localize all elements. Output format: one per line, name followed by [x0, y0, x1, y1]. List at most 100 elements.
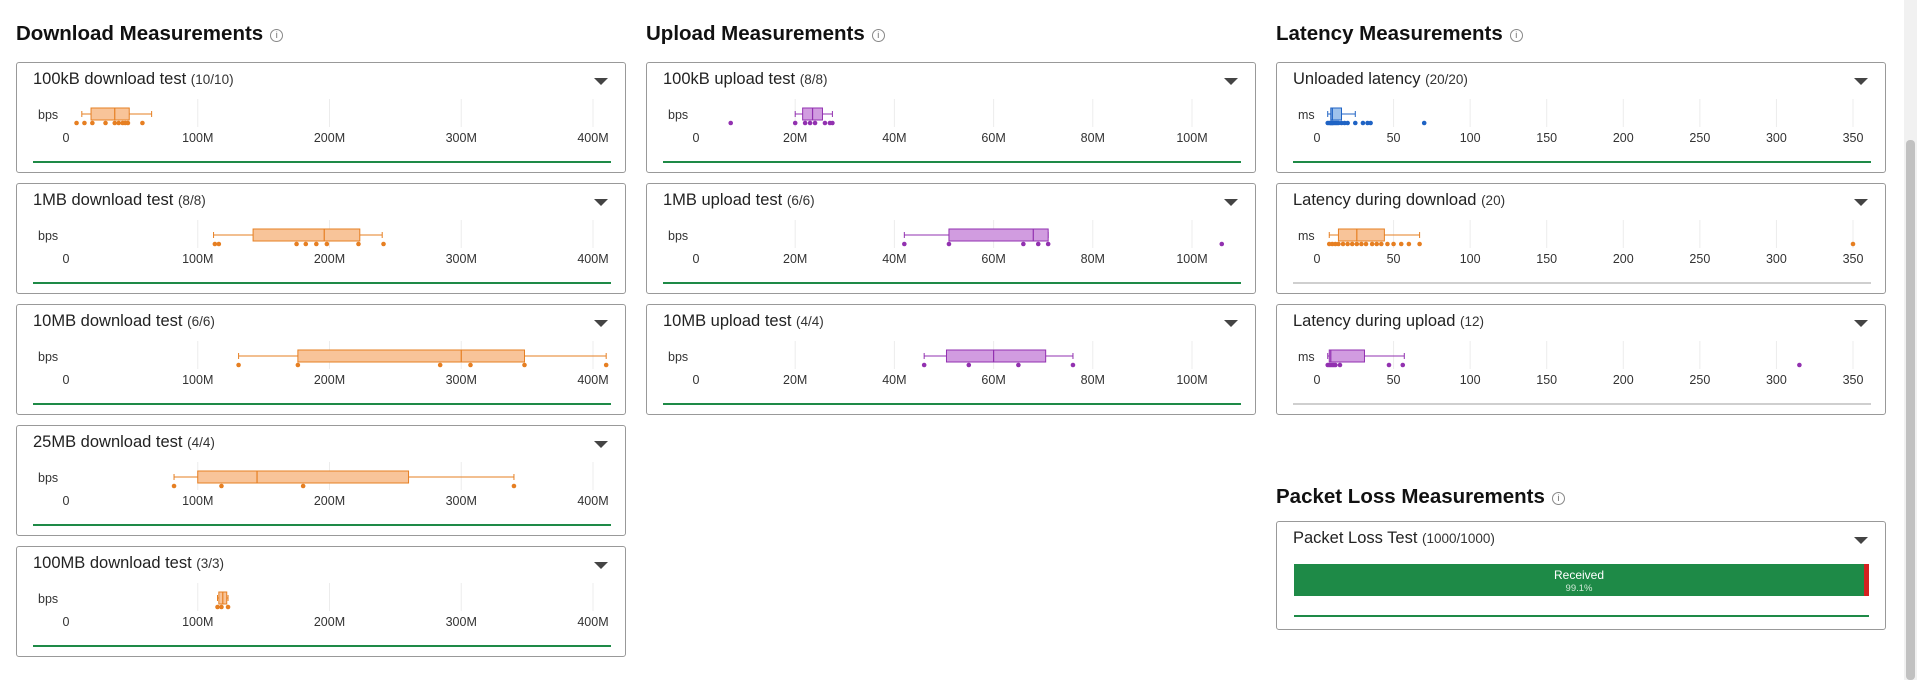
- info-icon[interactable]: i: [270, 29, 284, 42]
- axis-tick-label: 80M: [1081, 252, 1105, 266]
- scrollbar-track[interactable]: [1904, 0, 1917, 680]
- upload-test-card[interactable]: 100kB upload test (8/8) 0 20M 40M 60M 80M 100M…: [646, 62, 1256, 173]
- data-point: [1337, 362, 1343, 368]
- data-point: [1406, 241, 1412, 247]
- packet-received-percent: 99.1%: [1565, 583, 1593, 594]
- data-point: [728, 120, 734, 126]
- upload-title-text: Upload Measurements: [646, 22, 865, 45]
- data-point: [511, 483, 517, 489]
- iqr-box: [1328, 349, 1365, 363]
- data-point: [1333, 362, 1338, 368]
- download-test-card[interactable]: 100MB download test (3/3) 0 100M 200M 300M 40…: [16, 546, 626, 657]
- data-point: [1850, 241, 1856, 247]
- iqr-box: [297, 349, 525, 363]
- chevron-down-icon[interactable]: [1854, 537, 1868, 544]
- data-point: [225, 604, 231, 610]
- data-point: [1398, 241, 1404, 247]
- data-point: [103, 120, 108, 126]
- data-point: [112, 120, 118, 126]
- data-point: [807, 120, 813, 126]
- axis-tick-label: 250: [1689, 131, 1710, 145]
- axis-tick-label: 300M: [446, 131, 477, 145]
- data-point: [303, 241, 309, 247]
- axis-tick-label: 0: [693, 131, 700, 145]
- axis-tick-label: 100M: [182, 373, 213, 387]
- axis-tick-label: 100M: [1176, 252, 1207, 266]
- info-icon[interactable]: i: [1551, 492, 1565, 505]
- data-point: [1368, 120, 1373, 126]
- axis-tick-label: 150: [1536, 373, 1557, 387]
- unit-label: bps: [668, 108, 688, 122]
- unit-label: bps: [38, 471, 58, 485]
- axis-tick-label: 0: [1314, 252, 1321, 266]
- upload-section-title: Upload Measurements i: [646, 22, 885, 46]
- data-point: [1345, 241, 1350, 247]
- axis-tick-label: 40M: [882, 131, 906, 145]
- axis-tick-label: 400M: [577, 615, 608, 629]
- data-point: [468, 362, 473, 368]
- data-point: [437, 362, 443, 368]
- data-point: [219, 483, 224, 489]
- data-point: [1386, 362, 1392, 368]
- axis-tick-label: 200M: [314, 373, 345, 387]
- axis-tick-label: 350: [1843, 252, 1864, 266]
- packet-loss-card[interactable]: Packet Loss Test (1000/1000) Received 99…: [1276, 521, 1886, 630]
- info-icon[interactable]: i: [871, 29, 885, 42]
- data-point: [822, 120, 828, 126]
- latency-section-title: Latency Measurements i: [1276, 22, 1523, 46]
- data-point: [1369, 241, 1375, 247]
- scrollbar-thumb[interactable]: [1906, 140, 1915, 680]
- data-point: [216, 241, 222, 247]
- data-point: [1374, 241, 1380, 247]
- latency-test-card[interactable]: Latency during upload (12) 0 50 100 150 200 25…: [1276, 304, 1886, 415]
- axis-tick-label: 400M: [577, 131, 608, 145]
- axis-tick-label: 200M: [314, 494, 345, 508]
- latency-test-card[interactable]: Latency during download (20) 0 50 100 150 200…: [1276, 183, 1886, 294]
- axis-tick-label: 300: [1766, 373, 1787, 387]
- axis-tick-label: 60M: [981, 373, 1005, 387]
- iqr-box: [90, 107, 130, 121]
- upload-test-card[interactable]: 10MB upload test (4/4) 0 20M 40M 60M 80M 100M b…: [646, 304, 1256, 415]
- axis-tick-label: 200: [1613, 373, 1634, 387]
- axis-tick-label: 200: [1613, 252, 1634, 266]
- data-point: [171, 483, 177, 489]
- iqr-box: [197, 470, 410, 484]
- upload-test-card[interactable]: 1MB upload test (6/6) 0 20M 40M 60M 80M 100M bp…: [646, 183, 1256, 294]
- data-point: [1016, 362, 1021, 368]
- download-test-card[interactable]: 10MB download test (6/6) 0 100M 200M 300M 400…: [16, 304, 626, 415]
- download-test-card[interactable]: 100kB download test (10/10) 0 100M 200M 300M…: [16, 62, 626, 173]
- unit-label: bps: [38, 350, 58, 364]
- data-point: [522, 362, 527, 368]
- download-box-plot: 0 100M 200M 300M 400M bps: [33, 462, 611, 526]
- latency-box-plot: 0 50 100 150 200 250 300 350 ms: [1293, 341, 1871, 405]
- download-test-card[interactable]: 25MB download test (4/4) 0 100M 200M 300M 400…: [16, 425, 626, 536]
- data-point: [215, 604, 220, 610]
- data-point: [356, 241, 361, 247]
- download-title-text: Download Measurements: [16, 22, 264, 45]
- axis-tick-label: 20M: [783, 373, 807, 387]
- packet-loss-count: (1000/1000): [1422, 531, 1495, 546]
- axis-tick-label: 200: [1613, 131, 1634, 145]
- upload-box-plot: 0 20M 40M 60M 80M 100M bps: [663, 99, 1241, 163]
- axis-tick-label: 60M: [981, 131, 1005, 145]
- axis-tick-label: 300: [1766, 252, 1787, 266]
- latency-test-card[interactable]: Unloaded latency (20/20) 0 50 100 150 200 250 3…: [1276, 62, 1886, 173]
- data-point: [812, 120, 818, 126]
- axis-tick-label: 200M: [314, 615, 345, 629]
- data-point: [1360, 120, 1366, 126]
- data-point: [125, 120, 131, 126]
- axis-tick-label: 0: [63, 615, 70, 629]
- data-point: [294, 241, 299, 247]
- download-test-card[interactable]: 1MB download test (8/8) 0 100M 200M 300M 400M…: [16, 183, 626, 294]
- data-point: [1400, 362, 1406, 368]
- axis-tick-label: 20M: [783, 131, 807, 145]
- info-icon[interactable]: i: [1509, 29, 1523, 42]
- axis-tick-label: 0: [63, 252, 70, 266]
- data-point: [1070, 362, 1076, 368]
- axis-tick-label: 200M: [314, 131, 345, 145]
- axis-tick-label: 0: [693, 373, 700, 387]
- unit-label: ms: [1298, 229, 1315, 243]
- axis-tick-label: 40M: [882, 252, 906, 266]
- download-box-plot: 0 100M 200M 300M 400M bps: [33, 99, 611, 163]
- axis-tick-label: 40M: [882, 373, 906, 387]
